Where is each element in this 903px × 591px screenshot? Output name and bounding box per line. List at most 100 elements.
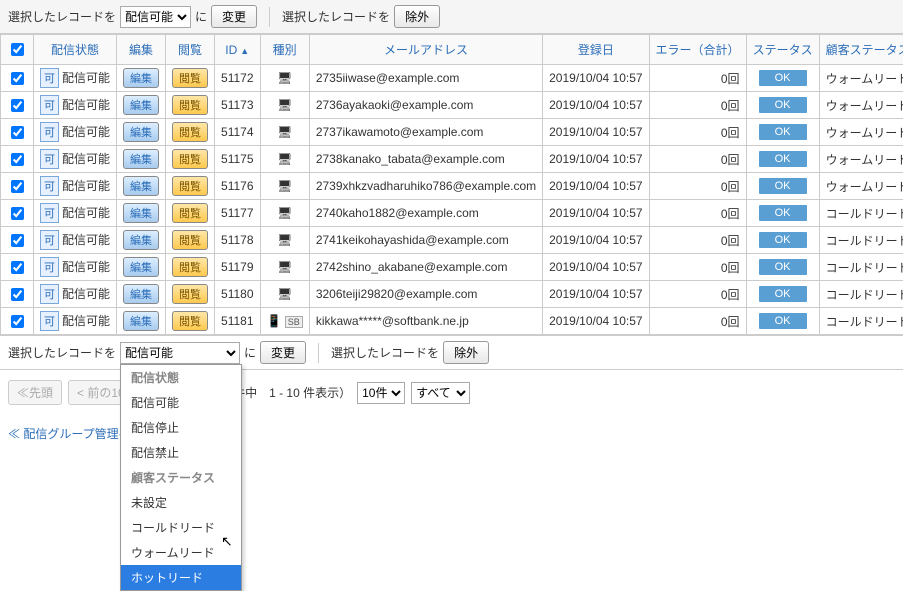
ok-badge: OK xyxy=(759,259,807,275)
cell-state: 可配信可能 xyxy=(34,146,117,173)
ok-badge: OK xyxy=(759,205,807,221)
table-row: 可配信可能編集閲覧511752738kanako_tabata@example.… xyxy=(1,146,903,173)
cell-cs: コールドリード xyxy=(819,200,903,227)
cell-date: 2019/10/04 10:57 xyxy=(543,227,649,254)
cell-edit: 編集 xyxy=(117,65,166,92)
col-check[interactable] xyxy=(1,35,34,65)
col-date[interactable]: 登録日 xyxy=(543,35,649,65)
separator-b xyxy=(318,343,319,363)
cell-edit: 編集 xyxy=(117,254,166,281)
edit-button[interactable]: 編集 xyxy=(123,203,159,223)
view-button[interactable]: 閲覧 xyxy=(172,284,208,304)
col-view[interactable]: 閲覧 xyxy=(166,35,215,65)
view-button[interactable]: 閲覧 xyxy=(172,203,208,223)
desktop-icon xyxy=(277,152,292,166)
sb-badge: SB xyxy=(285,316,303,328)
edit-button[interactable]: 編集 xyxy=(123,176,159,196)
ok-badge: OK xyxy=(759,313,807,329)
cell-id: 51177 xyxy=(215,200,260,227)
edit-button[interactable]: 編集 xyxy=(123,149,159,169)
col-email[interactable]: メールアドレス xyxy=(309,35,542,65)
exclude-button-bottom[interactable]: 除外 xyxy=(443,341,489,364)
pager-perpage[interactable]: 10件 xyxy=(357,382,405,404)
row-checkbox[interactable] xyxy=(11,153,24,166)
cell-check[interactable] xyxy=(1,92,34,119)
dd-opt-stopped[interactable]: 配信停止 xyxy=(121,415,241,440)
col-state[interactable]: 配信状態 xyxy=(34,35,117,65)
view-button[interactable]: 閲覧 xyxy=(172,122,208,142)
view-button[interactable]: 閲覧 xyxy=(172,68,208,88)
cell-id: 51173 xyxy=(215,92,260,119)
view-button[interactable]: 閲覧 xyxy=(172,230,208,250)
row-checkbox[interactable] xyxy=(11,207,24,220)
cell-cs: ウォームリード xyxy=(819,173,903,200)
edit-button[interactable]: 編集 xyxy=(123,122,159,142)
edit-button[interactable]: 編集 xyxy=(123,68,159,88)
cell-err: 0回 xyxy=(649,200,746,227)
col-status[interactable]: ステータス xyxy=(746,35,819,65)
cell-check[interactable] xyxy=(1,254,34,281)
cell-check[interactable] xyxy=(1,119,34,146)
edit-button[interactable]: 編集 xyxy=(123,230,159,250)
view-button[interactable]: 閲覧 xyxy=(172,95,208,115)
cell-check[interactable] xyxy=(1,281,34,308)
desktop-icon xyxy=(277,71,292,85)
col-id[interactable]: ID xyxy=(215,35,260,65)
cell-email: 2740kaho1882@example.com xyxy=(309,200,542,227)
row-checkbox[interactable] xyxy=(11,99,24,112)
exclude-button-top[interactable]: 除外 xyxy=(394,5,440,28)
cell-date: 2019/10/04 10:57 xyxy=(543,173,649,200)
cell-err: 0回 xyxy=(649,173,746,200)
cell-cs: ウォームリード xyxy=(819,65,903,92)
cell-status: OK xyxy=(746,308,819,335)
dd-opt-deliverable[interactable]: 配信可能 xyxy=(121,390,241,415)
cell-state: 可配信可能 xyxy=(34,92,117,119)
cell-check[interactable] xyxy=(1,227,34,254)
dd-opt-unset[interactable]: 未設定 xyxy=(121,490,241,515)
view-button[interactable]: 閲覧 xyxy=(172,176,208,196)
row-checkbox[interactable] xyxy=(11,261,24,274)
cell-check[interactable] xyxy=(1,65,34,92)
pager-filter[interactable]: すべて xyxy=(411,382,470,404)
row-checkbox[interactable] xyxy=(11,126,24,139)
state-badge: 可 xyxy=(40,122,59,142)
dd-opt-banned[interactable]: 配信禁止 xyxy=(121,440,241,465)
cell-id: 51181 xyxy=(215,308,260,335)
edit-button[interactable]: 編集 xyxy=(123,284,159,304)
row-checkbox[interactable] xyxy=(11,234,24,247)
exclude-label: 選択したレコードを xyxy=(282,8,390,25)
col-err[interactable]: エラー（合計） xyxy=(649,35,746,65)
cell-err: 0回 xyxy=(649,308,746,335)
col-cs[interactable]: 顧客ステータス xyxy=(819,35,903,65)
col-kind[interactable]: 種別 xyxy=(260,35,309,65)
state-badge: 可 xyxy=(40,68,59,88)
cell-check[interactable] xyxy=(1,173,34,200)
cell-email: 2742shino_akabane@example.com xyxy=(309,254,542,281)
view-button[interactable]: 閲覧 xyxy=(172,311,208,331)
edit-button[interactable]: 編集 xyxy=(123,95,159,115)
status-select-bottom[interactable]: 配信可能 xyxy=(120,342,240,364)
row-checkbox[interactable] xyxy=(11,72,24,85)
row-checkbox[interactable] xyxy=(11,180,24,193)
row-checkbox[interactable] xyxy=(11,288,24,301)
cell-check[interactable] xyxy=(1,146,34,173)
row-checkbox[interactable] xyxy=(11,315,24,328)
change-button-top[interactable]: 変更 xyxy=(211,5,257,28)
pager-first[interactable]: ≪先頭 xyxy=(8,380,62,405)
view-button[interactable]: 閲覧 xyxy=(172,257,208,277)
cell-view: 閲覧 xyxy=(166,65,215,92)
state-badge: 可 xyxy=(40,95,59,115)
change-button-bottom[interactable]: 変更 xyxy=(260,341,306,364)
cell-check[interactable] xyxy=(1,200,34,227)
col-edit[interactable]: 編集 xyxy=(117,35,166,65)
cell-email: kikkawa*****@softbank.ne.jp xyxy=(309,308,542,335)
edit-button[interactable]: 編集 xyxy=(123,257,159,277)
status-select-top[interactable]: 配信可能 xyxy=(120,6,191,28)
cell-check[interactable] xyxy=(1,308,34,335)
view-button[interactable]: 閲覧 xyxy=(172,149,208,169)
cell-id: 51174 xyxy=(215,119,260,146)
dd-opt-hot[interactable]: ホットリード xyxy=(121,565,241,590)
edit-button[interactable]: 編集 xyxy=(123,311,159,331)
check-all[interactable] xyxy=(11,43,24,56)
cell-state: 可配信可能 xyxy=(34,200,117,227)
